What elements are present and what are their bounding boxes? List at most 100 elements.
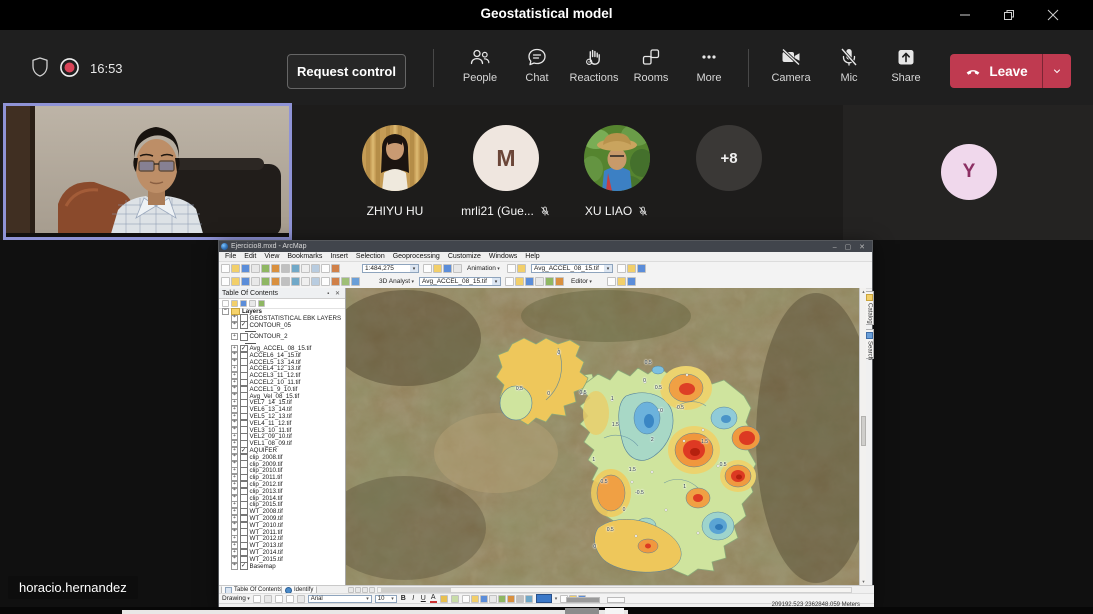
- color-swatch[interactable]: [536, 594, 552, 603]
- menu-item[interactable]: View: [264, 253, 279, 260]
- toc-layer-row[interactable]: clip_2011.tif: [231, 474, 345, 481]
- participant-avatar-xu-liao[interactable]: [584, 125, 650, 191]
- toc-layer-row[interactable]: WT_2013.tif: [231, 542, 345, 549]
- mic-button[interactable]: Mic: [821, 45, 877, 95]
- toc-layer-row[interactable]: WT_2010.tif: [231, 522, 345, 529]
- menu-item[interactable]: Selection: [356, 253, 385, 260]
- toolbar-icon[interactable]: [258, 300, 265, 307]
- toc-layer-row[interactable]: WT_2014.tif: [231, 549, 345, 556]
- toolbar-icon[interactable]: [311, 264, 320, 273]
- share-button[interactable]: Share: [878, 45, 934, 95]
- standard-toolbar-icons[interactable]: [221, 264, 340, 273]
- toolbar-icon[interactable]: [517, 264, 526, 273]
- toolbar-icon[interactable]: [271, 277, 280, 286]
- self-video-tile[interactable]: [3, 103, 292, 240]
- rotate-tool[interactable]: [264, 595, 272, 603]
- toolbar-icon[interactable]: [627, 264, 636, 273]
- toolbar-icons[interactable]: [507, 264, 526, 273]
- shared-screen-arcmap-window[interactable]: Ejercicio8.mxd - ArcMap ‒ ▢ ✕ FileEditVi…: [218, 240, 873, 607]
- toolbar-icon[interactable]: [281, 277, 290, 286]
- menu-item[interactable]: Windows: [489, 253, 517, 260]
- map-viewport[interactable]: [346, 288, 859, 585]
- toolbar-icon[interactable]: [555, 277, 564, 286]
- toolbar-icon[interactable]: [241, 264, 250, 273]
- catalog-tab[interactable]: Catalog: [866, 291, 874, 325]
- participant-avatar-zhiyu-hu[interactable]: [362, 125, 428, 191]
- toolbar-icon[interactable]: [453, 264, 462, 273]
- toolbar-icon[interactable]: [221, 264, 230, 273]
- layer-visibility-checkbox[interactable]: [240, 333, 248, 341]
- toolbar-icon[interactable]: [637, 264, 646, 273]
- tools-toolbar-icons[interactable]: [221, 277, 360, 286]
- toolbar-icon[interactable]: [525, 277, 534, 286]
- toolbar-icons[interactable]: [617, 264, 646, 273]
- toolbar-icon[interactable]: [545, 277, 554, 286]
- participant-overflow-badge[interactable]: +8: [696, 125, 762, 191]
- toc-layer-row[interactable]: AQUIFER: [231, 447, 345, 454]
- menu-item[interactable]: Help: [525, 253, 539, 260]
- more-button[interactable]: More: [681, 45, 737, 95]
- scrollbar-thumb[interactable]: [861, 416, 866, 446]
- toolbar-icon[interactable]: [443, 264, 452, 273]
- chat-button[interactable]: Chat: [509, 45, 565, 95]
- toolbar-icon[interactable]: [535, 277, 544, 286]
- toolbar-icon[interactable]: [249, 300, 256, 307]
- toolbar-icon[interactable]: [321, 264, 330, 273]
- toc-layer-row[interactable]: WT_2015.tif: [231, 556, 345, 563]
- request-control-button[interactable]: Request control: [287, 54, 406, 89]
- 3d-analyst-menu[interactable]: 3D Analyst: [379, 278, 414, 285]
- toolbar-icon[interactable]: [331, 277, 340, 286]
- editor-menu[interactable]: Editor: [571, 278, 592, 285]
- toolbar-icon[interactable]: [516, 595, 524, 603]
- line-color-button[interactable]: [451, 595, 459, 603]
- menu-item[interactable]: Insert: [330, 253, 348, 260]
- toolbar-icon[interactable]: [291, 277, 300, 286]
- toc-layer-row[interactable]: clip_2009.tif: [231, 461, 345, 468]
- expander-icon[interactable]: [222, 308, 229, 315]
- edit-vertices-tool[interactable]: [297, 595, 305, 603]
- toolbar-icon[interactable]: [281, 264, 290, 273]
- toolbar-icon[interactable]: [231, 277, 240, 286]
- toolbar-icon[interactable]: [480, 595, 488, 603]
- layer-visibility-checkbox[interactable]: [240, 562, 248, 570]
- toolbar-icon[interactable]: [507, 595, 515, 603]
- toc-layer-row[interactable]: clip_2008.tif: [231, 454, 345, 461]
- expander-icon[interactable]: [231, 333, 238, 340]
- toolbar-icon[interactable]: [231, 264, 240, 273]
- select-elements-tool[interactable]: [253, 595, 261, 603]
- toolbar-icon[interactable]: [489, 595, 497, 603]
- rooms-button[interactable]: Rooms: [623, 45, 679, 95]
- toolbar-icons[interactable]: [607, 277, 636, 286]
- toolbar-icon[interactable]: [241, 277, 250, 286]
- toc-layer-row[interactable]: WT_2012.tif: [231, 536, 345, 543]
- toc-pin-close-icons[interactable]: ▪ ✕: [327, 290, 342, 297]
- toolbar-icon[interactable]: [617, 264, 626, 273]
- search-tab[interactable]: Search: [866, 329, 874, 359]
- toolbar-icon[interactable]: [311, 277, 320, 286]
- toolbar-icon[interactable]: [251, 277, 260, 286]
- drawing-menu[interactable]: Drawing: [222, 595, 250, 602]
- toc-layer-row[interactable]: clip_2013.tif: [231, 488, 345, 495]
- layer-visibility-checkbox[interactable]: [240, 321, 248, 329]
- toolbar-icon[interactable]: [321, 277, 330, 286]
- toolbar-icon[interactable]: [251, 264, 260, 273]
- toolbar-icons[interactable]: [505, 277, 564, 286]
- menu-item[interactable]: Customize: [448, 253, 481, 260]
- map-vertical-scrollbar[interactable]: ▲ ▼: [859, 288, 866, 585]
- leave-options-chevron[interactable]: [1042, 54, 1071, 88]
- camera-button[interactable]: Camera: [763, 45, 819, 95]
- expander-icon[interactable]: [231, 563, 238, 570]
- toolbar-icon[interactable]: [222, 300, 229, 307]
- toolbar-icon[interactable]: [271, 264, 280, 273]
- toolbar-icon[interactable]: [423, 264, 432, 273]
- toolbar-icon[interactable]: [507, 264, 516, 273]
- toolbar-icon[interactable]: [515, 277, 524, 286]
- font-color-button[interactable]: A: [430, 594, 437, 603]
- leave-button[interactable]: Leave: [950, 54, 1071, 88]
- toolbar-icon[interactable]: [291, 264, 300, 273]
- toolbar-icon[interactable]: [607, 277, 616, 286]
- toolbar-icon[interactable]: [301, 277, 310, 286]
- maximize-button[interactable]: [987, 0, 1031, 30]
- toc-layer-row[interactable]: WT_2009.tif: [231, 515, 345, 522]
- toolbar-icon[interactable]: [301, 264, 310, 273]
